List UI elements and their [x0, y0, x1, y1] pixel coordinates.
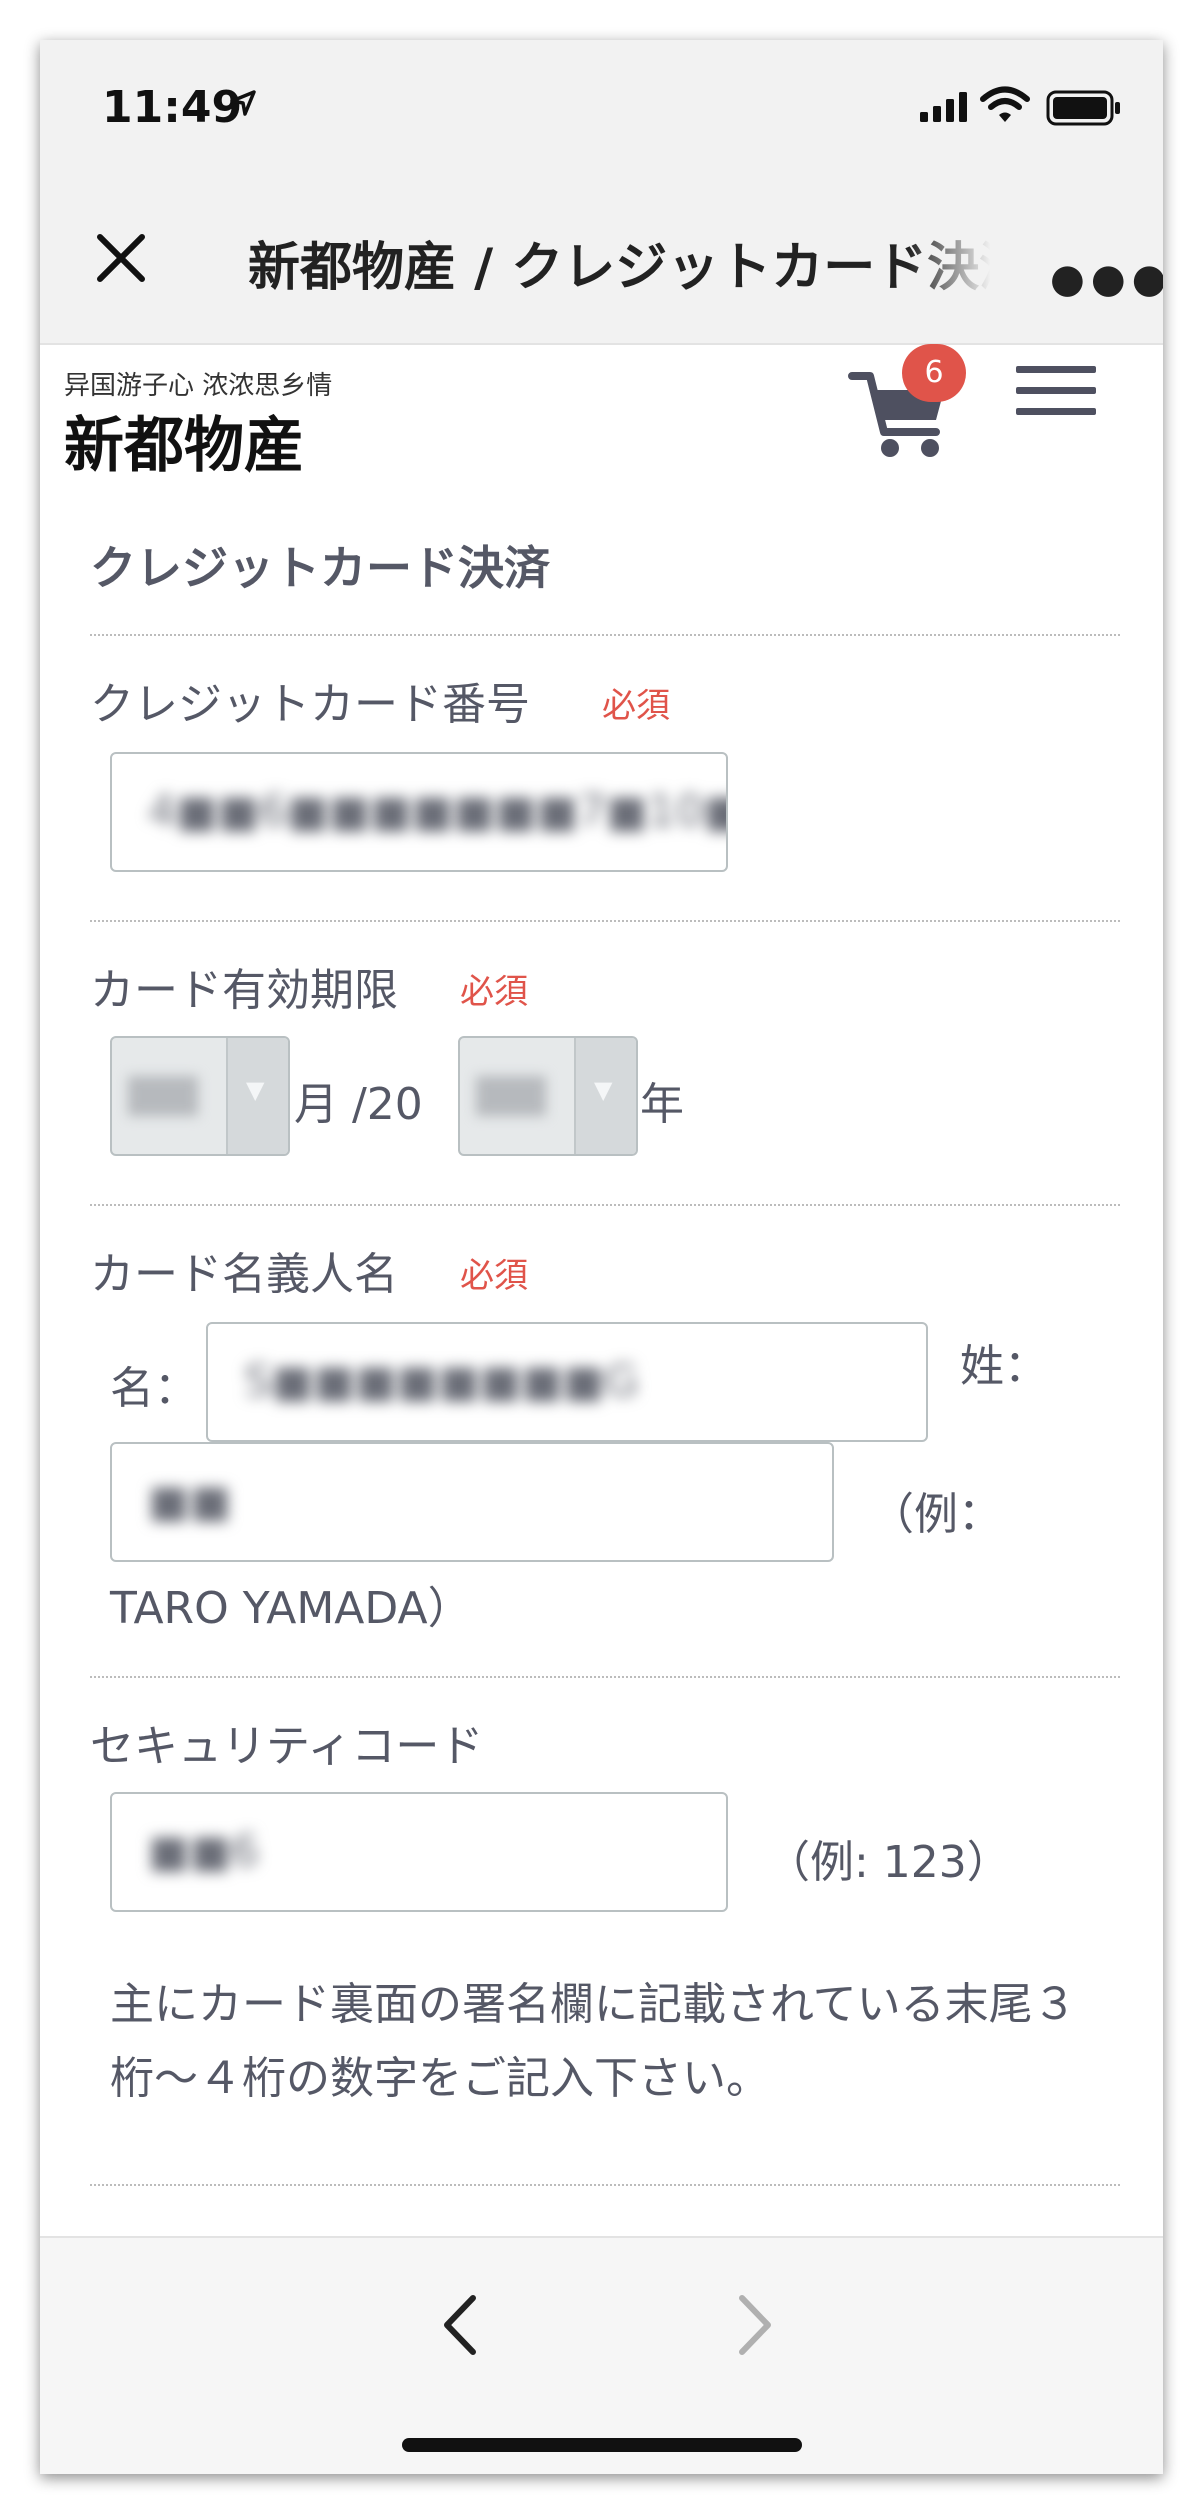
security-code-value: ■■6 [148, 1826, 260, 1877]
page-title: 新都物産 / クレジットカード決済 [248, 238, 1008, 295]
first-name-label: 名： [110, 1363, 198, 1414]
chevron-down-icon: ▼ [574, 1038, 636, 1154]
forward-arrow-icon[interactable] [730, 2290, 780, 2360]
status-time: 11:49 [102, 82, 243, 133]
divider [90, 1676, 1120, 1678]
divider [90, 634, 1120, 636]
chevron-down-icon: ▼ [226, 1038, 288, 1154]
expiry-month-value [128, 1076, 198, 1116]
divider [90, 2184, 1120, 2186]
holder-label: カード名義人名 [90, 1249, 398, 1300]
wifi-icon [980, 86, 1030, 122]
last-name-label: 姓： [960, 1341, 1048, 1392]
name-example: （例：TARO YAMADA） [110, 1489, 1002, 1634]
required-badge: 必須 [602, 686, 670, 726]
back-arrow-icon[interactable] [435, 2290, 485, 2360]
close-icon[interactable] [86, 223, 156, 293]
browser-bottom-bar [40, 2236, 1163, 2474]
expiry-year-value [476, 1076, 546, 1116]
home-indicator [402, 2438, 802, 2452]
first-name-value: S■■■■■■■■G [244, 1356, 639, 1407]
required-badge: 必須 [460, 972, 528, 1012]
expiry-year-select[interactable]: ▼ [458, 1036, 638, 1156]
security-code-label: セキュリティコード [90, 1721, 484, 1772]
expiry-month-select[interactable]: ▼ [110, 1036, 290, 1156]
title-bar: 新都物産 / クレジットカード決済 ●●● [40, 175, 1163, 345]
signal-icon [920, 92, 967, 122]
card-number-label: クレジットカード番号 [90, 679, 530, 730]
card-number-value: 4■■6■■■■■■■7■10■7 [148, 786, 728, 837]
phone-screen: 11:49 新都物産 / クレジットカード決済 ●●● 异国游子心 浓浓思乡情 … [40, 40, 1163, 2474]
site-logo[interactable]: 新都物産 [64, 397, 304, 484]
expiry-label: カード有効期限 [90, 965, 398, 1016]
battery-icon [1046, 90, 1120, 126]
security-code-note: 主にカード裏面の署名欄に記載されている末尾３桁〜４桁の数字をご記入下さい。 [110, 1979, 1077, 2104]
location-arrow-icon [230, 90, 256, 116]
divider [90, 1204, 1120, 1206]
form-heading: クレジットカード決済 [90, 541, 550, 595]
more-icon[interactable]: ●●● [1050, 259, 1163, 299]
security-code-input[interactable]: ■■6 [110, 1792, 728, 1912]
card-number-input[interactable]: 4■■6■■■■■■■7■10■7 [110, 752, 728, 872]
divider [90, 920, 1120, 922]
month-suffix: 月 /20 [294, 1079, 423, 1130]
title-fade [908, 215, 1018, 305]
required-badge: 必須 [460, 1256, 528, 1296]
security-code-example: （例: 123） [766, 1837, 1011, 1888]
status-bar: 11:49 [40, 40, 1163, 175]
first-name-input[interactable]: S■■■■■■■■G [206, 1322, 928, 1442]
year-suffix: 年 [640, 1079, 684, 1130]
cart-count-badge: 6 [902, 344, 966, 402]
hamburger-menu-icon[interactable] [1016, 366, 1096, 429]
